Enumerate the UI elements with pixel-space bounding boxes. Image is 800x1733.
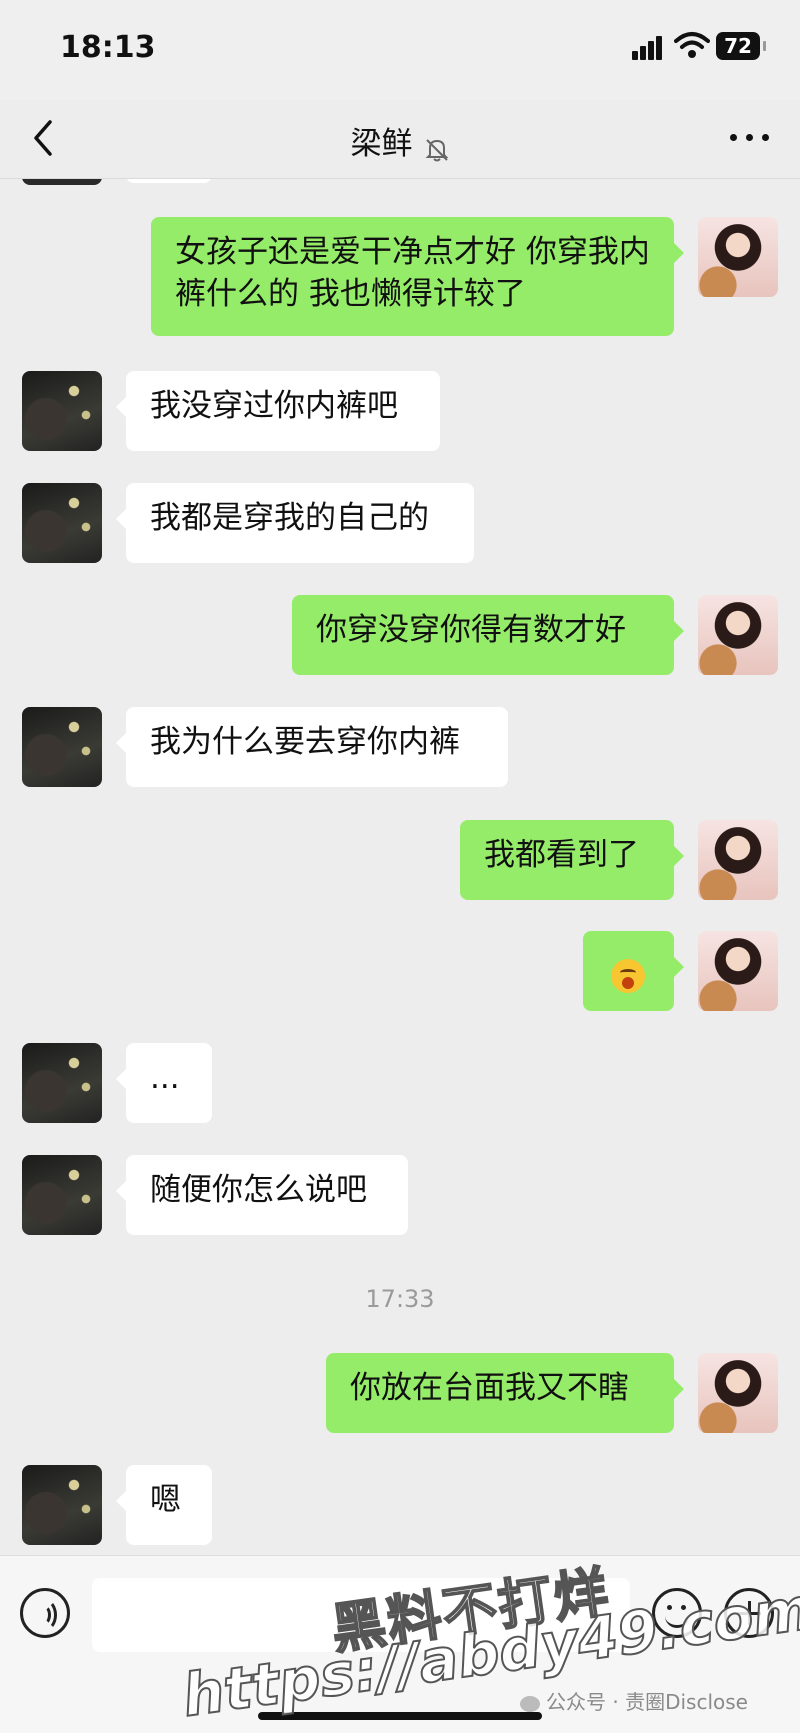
my-avatar[interactable] [698,931,778,1011]
message-bubble-sent[interactable]: 我都看到了 [460,820,684,900]
message-bubble-sent[interactable]: 女孩子还是爱干净点才好 你穿我内裤什么的 我也懒得计较了 [151,217,684,336]
message-bubble-sent[interactable]: 你放在台面我又不瞎 [326,1353,684,1433]
contact-avatar[interactable] [22,707,102,787]
status-time: 18:13 [60,30,156,65]
yawning-face-emoji [611,958,645,993]
message-bubble-received[interactable]: 我为什么要去穿你内裤 [116,707,508,787]
message-bubble-sent[interactable] [583,931,684,1011]
message-bubble-partial [126,179,212,183]
wechat-logo-icon [520,1695,540,1712]
my-avatar[interactable] [698,820,778,900]
message-bubble-received[interactable]: 我都是穿我的自己的 [116,483,474,563]
mute-bell-icon [425,138,448,161]
contact-avatar[interactable] [22,483,102,563]
message-bubble-received[interactable]: ... [116,1043,212,1123]
contact-avatar[interactable] [22,1043,102,1123]
voice-input-icon[interactable] [20,1588,70,1638]
more-options-icon[interactable] [730,132,770,144]
my-avatar[interactable] [698,1353,778,1433]
message-timestamp: 17:33 [365,1285,435,1313]
contact-name[interactable]: 梁鲜 [350,126,412,162]
battery-indicator: 72 [716,32,766,60]
my-avatar[interactable] [698,595,778,675]
contact-avatar[interactable] [22,1465,102,1545]
status-bar: 18:13 72 [0,0,800,100]
message-bubble-received[interactable]: 嗯 [116,1465,212,1545]
message-bubble-sent[interactable]: 你穿没穿你得有数才好 [292,595,684,675]
my-avatar[interactable] [698,217,778,297]
avatar-partial [22,179,102,185]
contact-avatar[interactable] [22,371,102,451]
wifi-icon [674,32,710,58]
chat-header: 梁鲜 [0,100,800,179]
contact-avatar[interactable] [22,1155,102,1235]
message-list[interactable]: 女孩子还是爱干净点才好 你穿我内裤什么的 我也懒得计较了 我没穿过你内裤吧 我都… [0,179,800,1555]
cellular-signal-icon [632,34,664,60]
message-bubble-received[interactable]: 我没穿过你内裤吧 [116,371,440,451]
message-bubble-received[interactable]: 随便你怎么说吧 [116,1155,408,1235]
watermark-source: 公众号 · 责圈Disclose [520,1686,748,1715]
